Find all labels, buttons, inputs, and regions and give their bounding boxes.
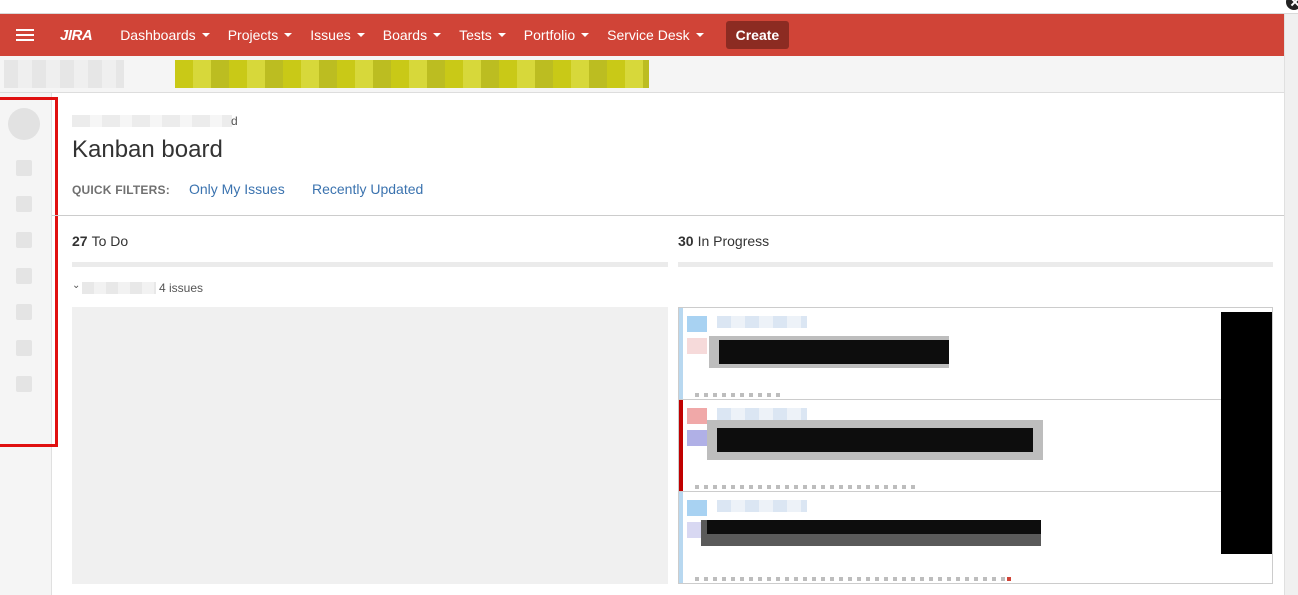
card-priority-edge (679, 400, 683, 491)
chevron-down-icon (356, 33, 365, 37)
redacted-highlight-block (175, 60, 649, 88)
chevron-down-icon (284, 33, 293, 37)
column-name: To Do (91, 233, 129, 249)
card-priority-edge (679, 492, 683, 583)
redacted-text-block (4, 60, 124, 88)
issue-key[interactable] (717, 316, 807, 328)
column-divider-bar (678, 262, 1273, 267)
nav-portfolio[interactable]: Portfolio (523, 27, 590, 43)
chevron-down-icon (695, 33, 704, 37)
nav-boards[interactable]: Boards (382, 27, 442, 43)
swimlane-issue-count: 4 issues (159, 281, 204, 295)
card-priority-edge (679, 308, 683, 399)
quick-filters-label: QUICK FILTERS: (72, 183, 170, 197)
header-banner (0, 56, 1284, 93)
column-name: In Progress (697, 233, 770, 249)
page-title: Kanban board (72, 136, 223, 163)
status-dot (1007, 577, 1011, 581)
card-progress-dots (695, 393, 785, 397)
window-top-strip (0, 0, 1298, 14)
nav-dashboards[interactable]: Dashboards (120, 27, 210, 43)
filter-only-my-issues[interactable]: Only My Issues (189, 181, 285, 197)
chevron-down-icon (201, 33, 210, 37)
top-navigation-bar: JIRA Dashboards Projects Issues Boards T… (0, 14, 1284, 56)
nav-tests[interactable]: Tests (459, 27, 506, 43)
priority-icon (687, 430, 707, 446)
nav-dashboards-label: Dashboards (120, 27, 196, 43)
redacted-block (1221, 312, 1272, 554)
nav-projects[interactable]: Projects (228, 27, 293, 43)
sidebar-highlight-annotation (0, 97, 58, 447)
issue-type-icon (687, 500, 707, 516)
breadcrumb-suffix: d (231, 114, 238, 128)
column-divider-bar (72, 262, 668, 267)
issue-summary (707, 520, 1041, 534)
issue-type-icon (687, 316, 707, 332)
nav-service-desk-label: Service Desk (607, 27, 690, 43)
chevron-down-icon (497, 33, 506, 37)
nav-boards-label: Boards (382, 27, 428, 43)
filter-recently-updated[interactable]: Recently Updated (312, 181, 423, 197)
create-button[interactable]: Create (725, 21, 790, 49)
card-progress-dots (695, 485, 915, 489)
issue-card[interactable] (679, 400, 1222, 492)
column-header-todo: 27 To Do (72, 233, 128, 249)
nav-tests-label: Tests (459, 27, 492, 43)
issue-card[interactable] (679, 492, 1222, 584)
issue-key[interactable] (717, 500, 807, 512)
menu-icon[interactable] (16, 28, 34, 42)
breadcrumb[interactable] (72, 115, 232, 127)
column-count: 30 (678, 233, 694, 249)
todo-column-dropzone[interactable] (72, 307, 668, 584)
issue-card[interactable] (679, 308, 1222, 400)
column-header-in-progress: 30 In Progress (678, 233, 769, 249)
logo-text: JIRA (60, 26, 93, 44)
nav-issues-label: Issues (310, 27, 351, 43)
swimlane-name (82, 282, 156, 294)
chevron-down-icon[interactable]: ⌄ (72, 280, 80, 291)
priority-icon (687, 338, 707, 354)
nav-service-desk[interactable]: Service Desk (607, 27, 704, 43)
column-count: 27 (72, 233, 88, 249)
issue-summary (719, 340, 949, 364)
jira-logo-icon[interactable]: JIRA (60, 26, 93, 44)
chevron-down-icon (581, 33, 590, 37)
issue-summary (717, 428, 1033, 452)
nav-projects-label: Projects (227, 27, 279, 43)
issue-type-icon (687, 408, 707, 424)
card-progress-dots (695, 577, 1005, 581)
issue-key[interactable] (717, 408, 807, 420)
in-progress-column (678, 307, 1273, 584)
nav-issues[interactable]: Issues (310, 27, 365, 43)
nav-portfolio-label: Portfolio (523, 27, 576, 43)
window-scrollbar[interactable] (1284, 14, 1298, 595)
header-divider (52, 215, 1284, 216)
chevron-down-icon (433, 33, 442, 37)
